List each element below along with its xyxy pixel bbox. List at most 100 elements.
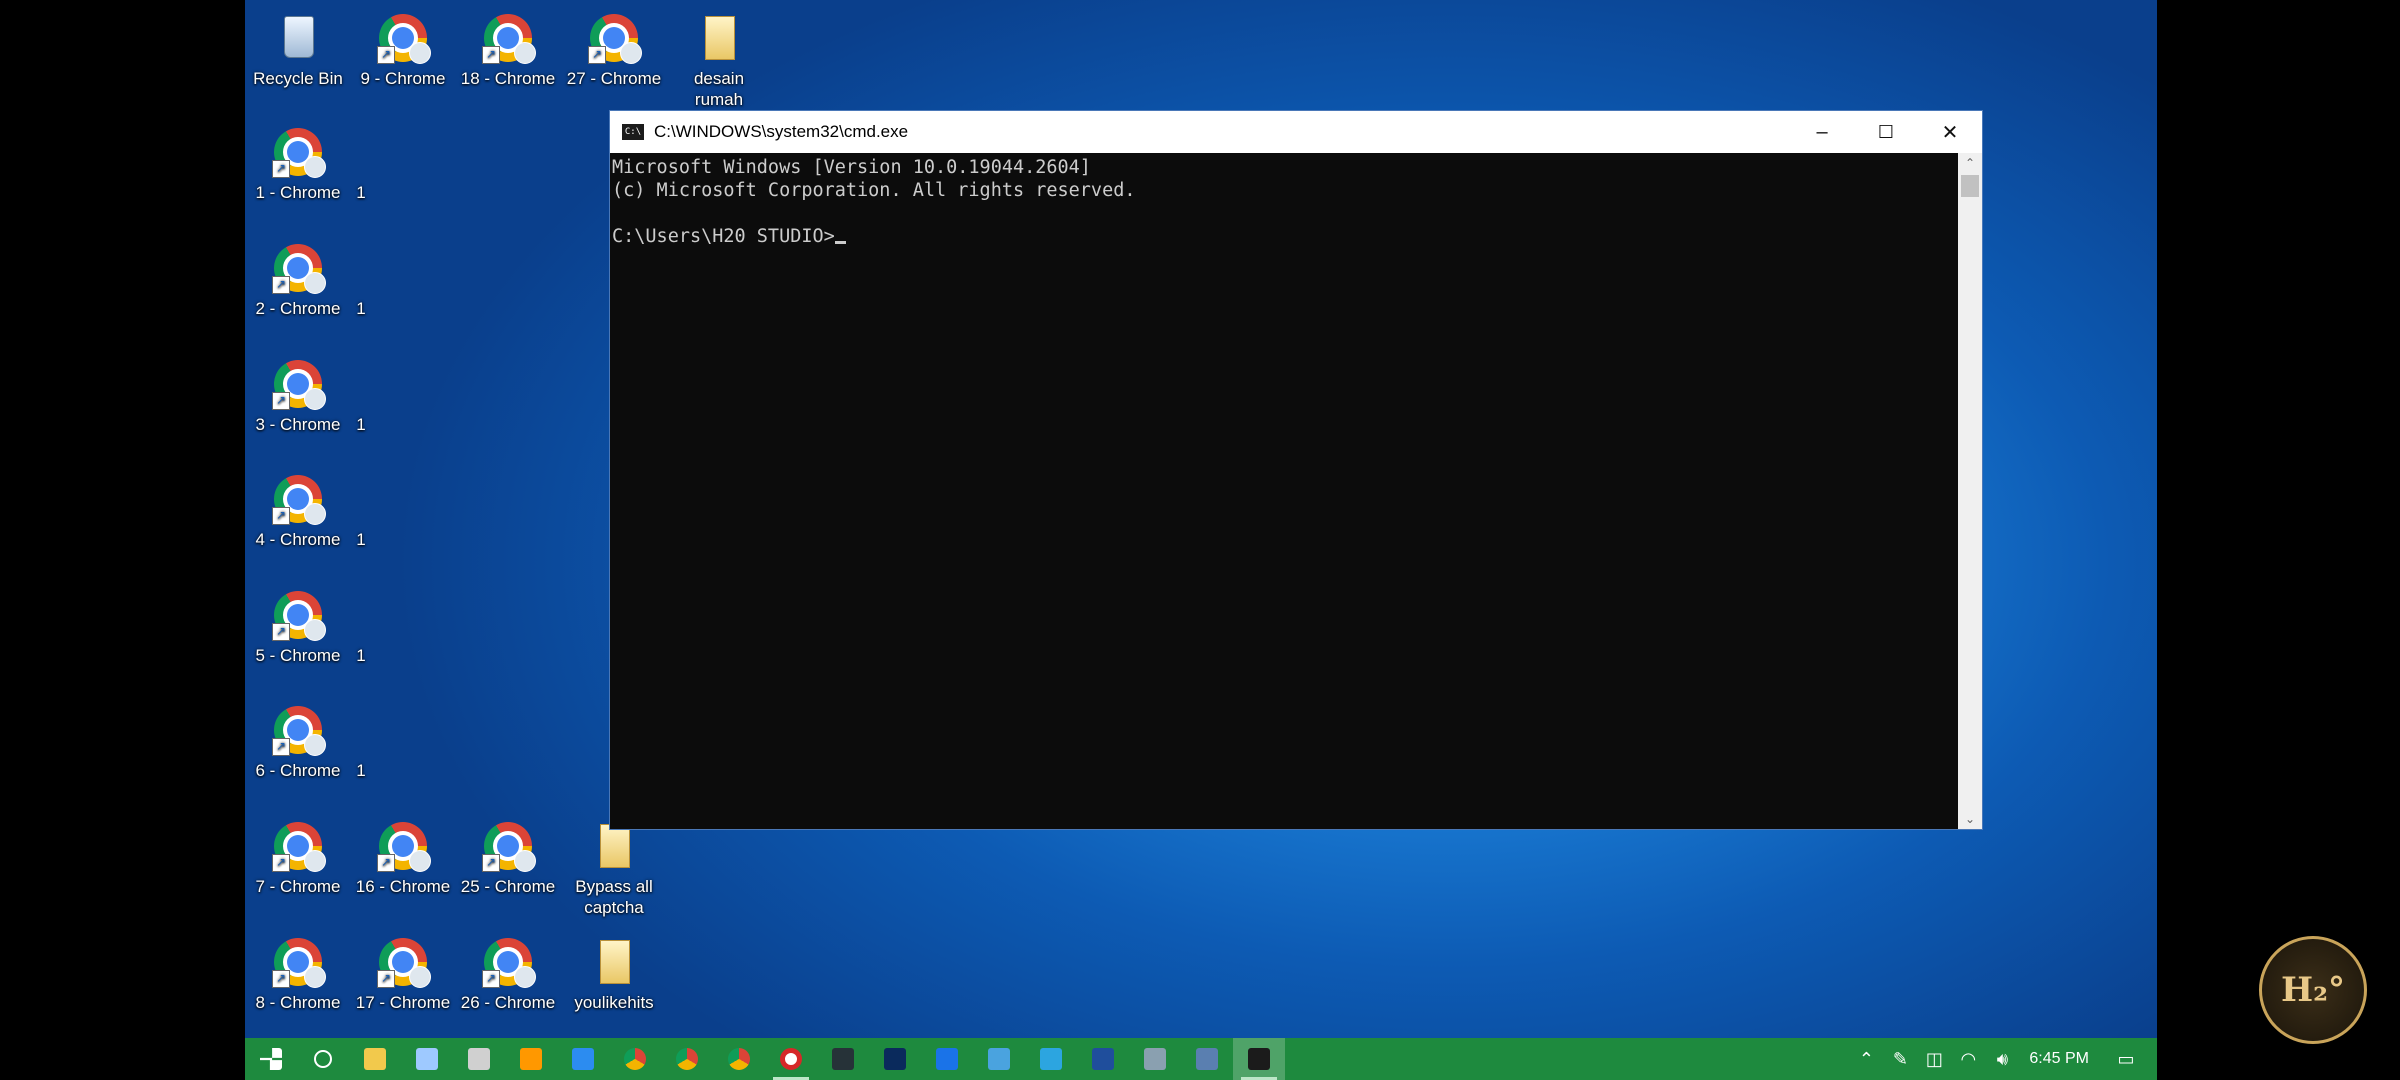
desktop-icon-label: 5 - Chrome	[255, 646, 341, 665]
photoshop-icon	[884, 1048, 906, 1070]
desktop-icon-label: 26 - Chrome	[460, 993, 556, 1012]
recycle-bin-icon	[272, 12, 324, 64]
desktop-icon-label: 1 - Chrome	[255, 183, 341, 202]
chrome-icon: ↗	[272, 473, 326, 525]
desktop-icon-3[interactable]: ↗ 27 - Chrome	[562, 6, 666, 89]
title-bar[interactable]: C:\ C:\WINDOWS\system32\cmd.exe – ☐ ✕	[610, 111, 1982, 153]
file-explorer-icon	[364, 1048, 386, 1070]
desktop-icon-label: youlikehits	[574, 993, 654, 1012]
minimize-button[interactable]: –	[1790, 111, 1854, 153]
chrome-3-icon	[728, 1048, 750, 1070]
taskbar-recorder[interactable]	[765, 1038, 817, 1080]
desktop: Recycle Bin ↗ 9 - Chrome ↗ 18 - Chrome ↗ 27 - …	[245, 0, 2157, 1080]
scroll-thumb[interactable]	[1961, 175, 1979, 197]
app-tools-icon	[1144, 1048, 1166, 1070]
wifi-icon[interactable]: ◠	[1951, 1049, 1985, 1070]
taskbar-remote-desktop[interactable]	[1181, 1038, 1233, 1080]
cmd-window[interactable]: C:\ C:\WINDOWS\system32\cmd.exe – ☐ ✕ Mi…	[609, 110, 1983, 830]
desktop-icon-12[interactable]: ↗ 16 - Chrome	[351, 814, 455, 897]
recorder-icon	[780, 1048, 802, 1070]
meet-now-icon[interactable]: ◫	[1917, 1049, 1951, 1070]
app-cortana-icon	[416, 1048, 438, 1070]
taskbar-cmd[interactable]	[1233, 1038, 1285, 1080]
desktop-icon-16[interactable]: ↗ 17 - Chrome	[351, 930, 455, 1013]
desktop-icon-13[interactable]: ↗ 25 - Chrome	[456, 814, 560, 897]
desktop-icon-label: 9 - Chrome	[360, 69, 446, 88]
maximize-button[interactable]: ☐	[1854, 111, 1918, 153]
teamviewer-icon	[936, 1048, 958, 1070]
close-button[interactable]: ✕	[1918, 111, 1982, 153]
taskbar-search-button[interactable]	[297, 1038, 349, 1080]
taskbar-app-2[interactable]	[453, 1038, 505, 1080]
desktop-icon-8[interactable]: ↗ 4 - Chrome	[246, 467, 350, 550]
taskbar-photoshop[interactable]	[869, 1038, 921, 1080]
remote-desktop-icon	[1196, 1048, 1218, 1070]
desktop-icon-label: 2 - Chrome	[255, 299, 341, 318]
app-dark-icon	[832, 1048, 854, 1070]
desktop-icon-4[interactable]: desain rumah	[667, 6, 771, 110]
chrome-icon: ↗	[482, 936, 536, 988]
desktop-icon-9[interactable]: ↗ 5 - Chrome	[246, 583, 350, 666]
system-tray: ⌃ ✎ ◫ ◠ 🔊︎ 6:45 PM ▭	[1849, 1038, 2157, 1080]
desktop-icon-0[interactable]: Recycle Bin	[246, 6, 350, 89]
desktop-icon-label: 6 - Chrome	[255, 761, 341, 780]
taskbar-app-dark[interactable]	[817, 1038, 869, 1080]
desktop-icon-label: 3 - Chrome	[255, 415, 341, 434]
taskbar-chrome[interactable]	[609, 1038, 661, 1080]
window-title: C:\WINDOWS\system32\cmd.exe	[654, 122, 909, 141]
chrome-icon: ↗	[272, 936, 326, 988]
folder-icon	[588, 936, 640, 988]
vertical-scrollbar[interactable]: ⌃ ⌄	[1958, 153, 1982, 829]
scroll-up-button[interactable]: ⌃	[1958, 153, 1982, 173]
desktop-icon-label: 16 - Chrome	[355, 877, 451, 896]
partial-icon-label: 1	[356, 299, 366, 318]
start-button-icon	[260, 1048, 282, 1070]
console-output[interactable]: Microsoft Windows [Version 10.0.19044.26…	[610, 153, 1958, 829]
taskbar: ⌃ ✎ ◫ ◠ 🔊︎ 6:45 PM ▭	[245, 1038, 2157, 1080]
desktop-icon-label: 25 - Chrome	[460, 877, 556, 896]
desktop-icon-18[interactable]: youlikehits	[562, 930, 666, 1013]
desktop-icon-label: Recycle Bin	[253, 69, 343, 88]
desktop-icon-11[interactable]: ↗ 7 - Chrome	[246, 814, 350, 897]
taskbar-sublime-text[interactable]	[505, 1038, 557, 1080]
taskbar-vscode[interactable]	[557, 1038, 609, 1080]
desktop-icon-10[interactable]: ↗ 6 - Chrome	[246, 698, 350, 781]
desktop-icon-1[interactable]: ↗ 9 - Chrome	[351, 6, 455, 89]
taskbar-start-button[interactable]	[245, 1038, 297, 1080]
desktop-icon-label: Bypass all captcha	[575, 877, 653, 917]
taskbar-chrome-3[interactable]	[713, 1038, 765, 1080]
scroll-down-button[interactable]: ⌄	[1958, 809, 1982, 829]
notification-icon[interactable]: ▭	[2109, 1049, 2143, 1070]
taskbar-file-explorer[interactable]	[349, 1038, 401, 1080]
taskbar-app-tools[interactable]	[1129, 1038, 1181, 1080]
desktop-icon-17[interactable]: ↗ 26 - Chrome	[456, 930, 560, 1013]
desktop-icon-7[interactable]: ↗ 3 - Chrome	[246, 352, 350, 435]
taskbar-app-cortana[interactable]	[401, 1038, 453, 1080]
desktop-icon-label: 18 - Chrome	[460, 69, 556, 88]
chrome-icon: ↗	[377, 820, 431, 872]
pen-icon[interactable]: ✎	[1883, 1049, 1917, 1070]
taskbar-teamviewer[interactable]	[921, 1038, 973, 1080]
desktop-icon-label: 27 - Chrome	[566, 69, 662, 88]
desktop-icon-5[interactable]: ↗ 1 - Chrome	[246, 120, 350, 203]
search-button-icon	[314, 1050, 332, 1068]
desktop-icon-6[interactable]: ↗ 2 - Chrome	[246, 236, 350, 319]
chevron-up-icon[interactable]: ⌃	[1849, 1049, 1883, 1070]
clock[interactable]: 6:45 PM	[2029, 1050, 2089, 1068]
partial-icon-label: 1	[356, 183, 366, 202]
chrome-icon: ↗	[377, 12, 431, 64]
taskbar-powershell[interactable]	[1077, 1038, 1129, 1080]
taskbar-telegram[interactable]	[1025, 1038, 1077, 1080]
desktop-icon-label: desain rumah	[693, 69, 745, 109]
sublime-text-icon	[520, 1048, 542, 1070]
taskbar-network-app[interactable]	[973, 1038, 1025, 1080]
desktop-icon-2[interactable]: ↗ 18 - Chrome	[456, 6, 560, 89]
desktop-icon-15[interactable]: ↗ 8 - Chrome	[246, 930, 350, 1013]
volume-icon[interactable]: 🔊︎	[1985, 1049, 2019, 1070]
console-line-version: Microsoft Windows [Version 10.0.19044.26…	[612, 157, 1091, 178]
desktop-icon-label: 4 - Chrome	[255, 530, 341, 549]
cmd-icon: C:\	[622, 124, 644, 140]
text-cursor	[834, 241, 846, 244]
taskbar-chrome-2[interactable]	[661, 1038, 713, 1080]
command-prompt: C:\Users\H20 STUDIO>	[612, 226, 835, 247]
